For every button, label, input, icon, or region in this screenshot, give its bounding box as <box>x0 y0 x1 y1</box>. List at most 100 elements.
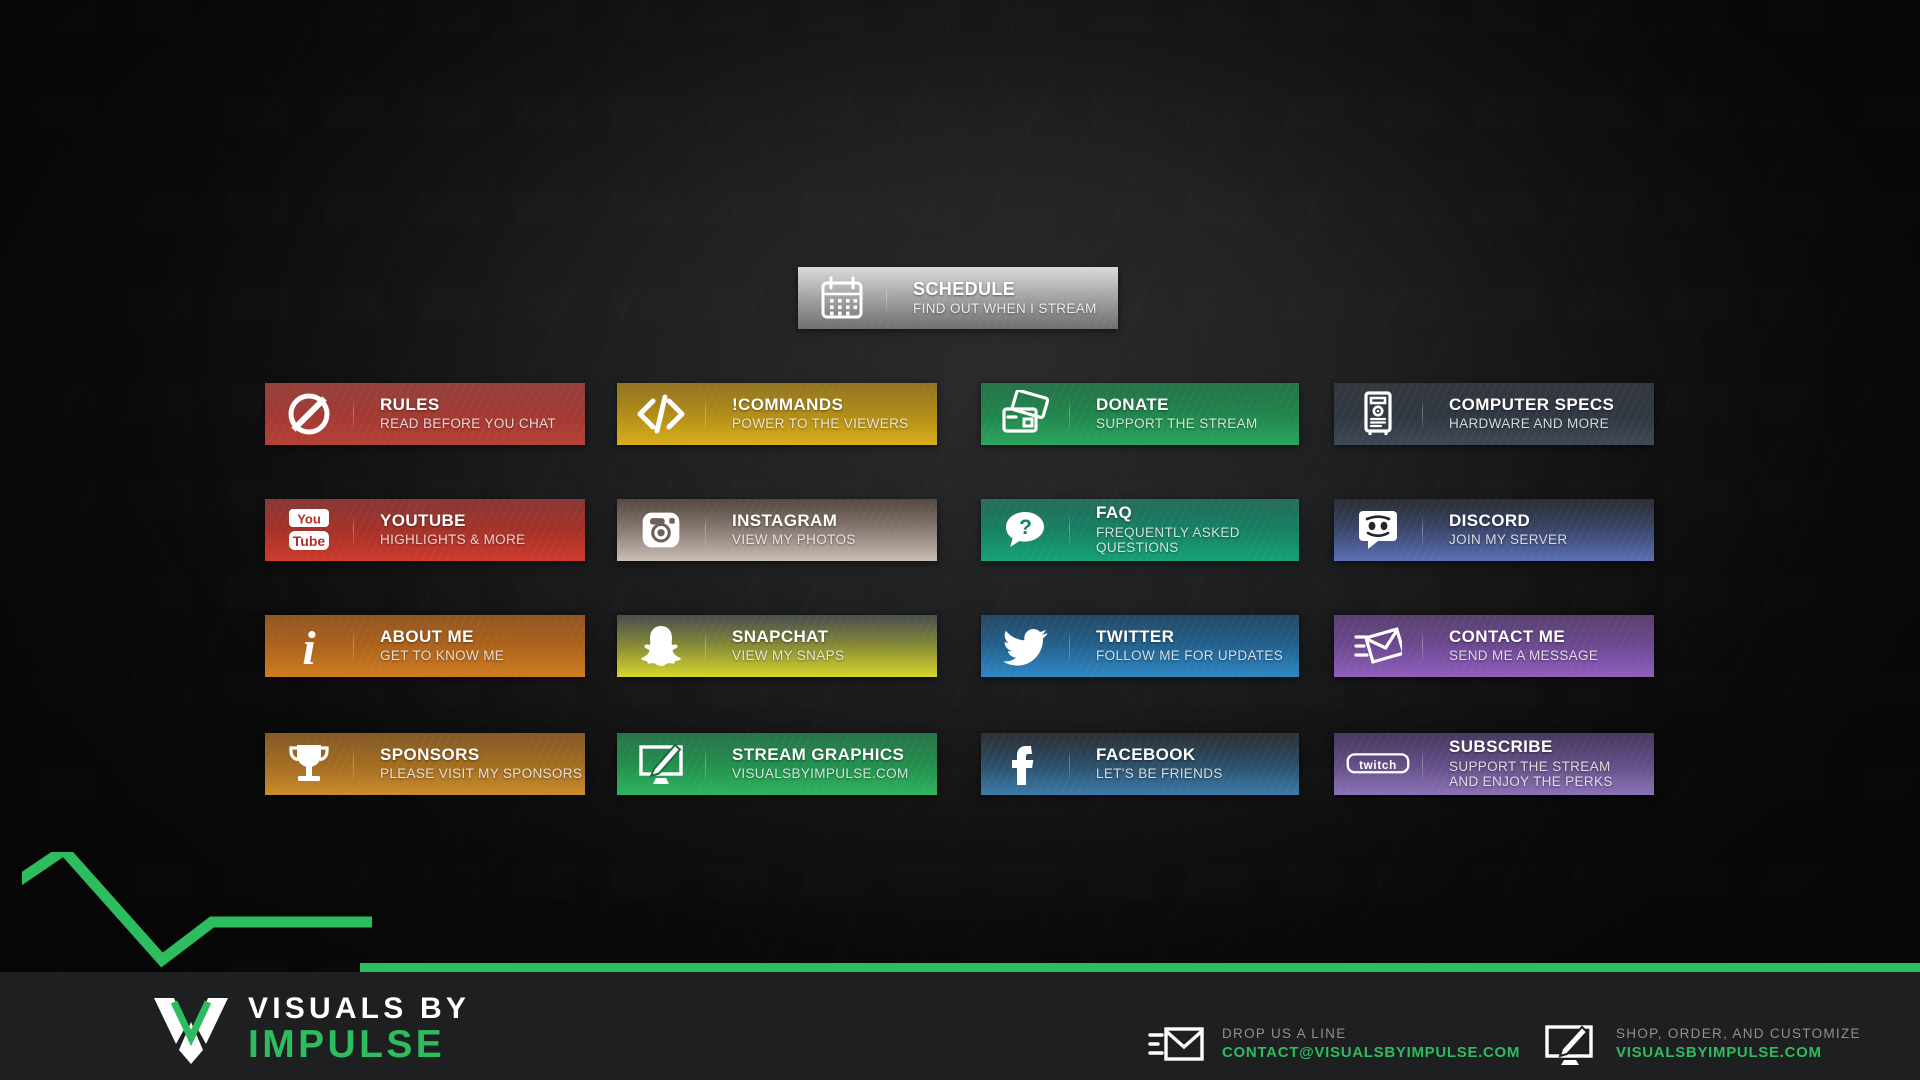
panel-title: INSTAGRAM <box>732 511 838 531</box>
panel-subtitle: VIEW MY PHOTOS <box>732 532 856 548</box>
footer-green-rule <box>360 963 1920 972</box>
footer-chevron-graphic <box>22 852 372 968</box>
panel-computer-specs[interactable]: COMPUTER SPECS HARDWARE AND MORE <box>1334 383 1654 445</box>
panel-title: YOUTUBE <box>380 511 466 531</box>
panel-divider <box>1422 747 1423 781</box>
panel-subtitle: HIGHLIGHTS & MORE <box>380 532 526 548</box>
panel-stream-graphics[interactable]: STREAM GRAPHICS VISUALSBYIMPULSE.COM <box>617 733 937 795</box>
monitor-brush-icon <box>1545 1025 1593 1065</box>
panel-title: SUBSCRIBE <box>1449 737 1553 757</box>
panel-title: RULES <box>380 395 440 415</box>
panel-divider <box>353 513 354 547</box>
snapchat-ghost-icon <box>617 615 705 677</box>
panel-subscribe[interactable]: twitch SUBSCRIBE SUPPORT THE STREAM AND EN… <box>1334 733 1654 795</box>
panel-facebook[interactable]: FACEBOOK LET'S BE FRIENDS <box>981 733 1299 795</box>
panel-text: SCHEDULE FIND OUT WHEN I STREAM <box>913 278 1097 317</box>
panel-title: STREAM GRAPHICS <box>732 745 905 765</box>
calendar-icon <box>798 267 886 329</box>
footer-contact-label: DROP US A LINE <box>1222 1026 1347 1042</box>
panel-title: FACEBOOK <box>1096 745 1196 765</box>
panel-subtitle: POWER TO THE VIEWERS <box>732 416 909 432</box>
panel-rules[interactable]: RULES READ BEFORE YOU CHAT <box>265 383 585 445</box>
panel-divider <box>705 629 706 663</box>
panel-instagram[interactable]: INSTAGRAM VIEW MY PHOTOS <box>617 499 937 561</box>
panel-title: TWITTER <box>1096 627 1175 647</box>
desktop-tower-icon <box>1334 383 1422 445</box>
panel-twitter[interactable]: TWITTER FOLLOW ME FOR UPDATES <box>981 615 1299 677</box>
panel-subtitle: HARDWARE AND MORE <box>1449 416 1609 432</box>
panel-about-me[interactable]: i ABOUT ME GET TO KNOW ME <box>265 615 585 677</box>
panel-title: SNAPCHAT <box>732 627 829 647</box>
info-italic-icon: i <box>265 615 353 677</box>
panel-text: CONTACT ME SEND ME A MESSAGE <box>1449 627 1599 664</box>
twitter-bird-icon <box>981 615 1069 677</box>
panel-subtitle: VIEW MY SNAPS <box>732 648 845 664</box>
panel-subtitle: LET'S BE FRIENDS <box>1096 766 1223 782</box>
panel-title: !COMMANDS <box>732 395 844 415</box>
panel-text: COMPUTER SPECS HARDWARE AND MORE <box>1449 395 1615 432</box>
panel-title: SCHEDULE <box>913 278 1016 299</box>
panel-youtube[interactable]: You Tube YOUTUBE HIGHLIGHTS & MORE <box>265 499 585 561</box>
panel-sponsors[interactable]: SPONSORS PLEASE VISIT MY SPONSORS <box>265 733 585 795</box>
panel-text: DISCORD JOIN MY SERVER <box>1449 511 1568 548</box>
panel-subtitle: FOLLOW ME FOR UPDATES <box>1096 648 1284 664</box>
trophy-icon <box>265 733 353 795</box>
panel-commands[interactable]: !COMMANDS POWER TO THE VIEWERS <box>617 383 937 445</box>
svg-text:?: ? <box>1019 516 1032 539</box>
panel-text: YOUTUBE HIGHLIGHTS & MORE <box>380 511 526 548</box>
panel-title: SPONSORS <box>380 745 480 765</box>
panel-divider <box>1069 513 1070 547</box>
brand-line-1: VISUALS BY <box>248 992 471 1026</box>
twitch-icon: twitch <box>1334 733 1422 795</box>
brand-wordmark: VISUALS BY IMPULSE <box>248 994 470 1064</box>
footer-bar: VISUALS BY IMPULSE DROP US A LINE CONTAC… <box>0 972 1920 1080</box>
panel-contact-me[interactable]: CONTACT ME SEND ME A MESSAGE <box>1334 615 1654 677</box>
footer-shop-label: SHOP, ORDER, AND CUSTOMIZE <box>1616 1026 1861 1042</box>
panel-divider <box>1422 513 1423 547</box>
panel-divider <box>353 629 354 663</box>
brand-logo[interactable]: VISUALS BY IMPULSE <box>152 992 470 1066</box>
panel-faq[interactable]: ? FAQ FREQUENTLY ASKED QUESTIONS <box>981 499 1299 561</box>
svg-text:i: i <box>302 622 316 670</box>
panel-text: STREAM GRAPHICS VISUALSBYIMPULSE.COM <box>732 745 909 782</box>
panel-divider <box>705 397 706 431</box>
panel-title: FAQ <box>1096 503 1133 523</box>
vbi-chevron-mark-icon <box>154 998 228 1064</box>
panel-divider <box>1069 747 1070 781</box>
brand-line-2: IMPULSE <box>248 1022 446 1066</box>
panel-title: DISCORD <box>1449 511 1531 531</box>
panel-text: SNAPCHAT VIEW MY SNAPS <box>732 627 845 664</box>
panel-divider <box>1069 397 1070 431</box>
footer-contact-block[interactable]: DROP US A LINE CONTACT@VISUALSBYIMPULSE.… <box>1148 1022 1520 1066</box>
footer-shop-block[interactable]: SHOP, ORDER, AND CUSTOMIZE VISUALSBYIMPU… <box>1542 1022 1861 1066</box>
discord-icon <box>1334 499 1422 561</box>
panel-subtitle: SUPPORT THE STREAM AND ENJOY THE PERKS <box>1449 758 1613 790</box>
svg-text:Tube: Tube <box>293 533 326 549</box>
panel-discord[interactable]: DISCORD JOIN MY SERVER <box>1334 499 1654 561</box>
panel-text: SUBSCRIBE SUPPORT THE STREAM AND ENJOY TH… <box>1449 737 1613 790</box>
panel-text: INSTAGRAM VIEW MY PHOTOS <box>732 511 856 548</box>
youtube-icon: You Tube <box>265 499 353 561</box>
code-brackets-icon <box>617 383 705 445</box>
panel-snapchat[interactable]: SNAPCHAT VIEW MY SNAPS <box>617 615 937 677</box>
no-entry-icon <box>265 383 353 445</box>
panel-schedule[interactable]: SCHEDULE FIND OUT WHEN I STREAM <box>798 267 1118 329</box>
panel-divider <box>353 747 354 781</box>
envelope-send-icon <box>1148 1027 1204 1061</box>
panel-title: DONATE <box>1096 395 1169 415</box>
panel-divider <box>705 513 706 547</box>
panel-text: !COMMANDS POWER TO THE VIEWERS <box>732 395 909 432</box>
svg-text:twitch: twitch <box>1359 759 1397 772</box>
panel-donate[interactable]: DONATE SUPPORT THE STREAM <box>981 383 1299 445</box>
panel-divider <box>705 747 706 781</box>
panel-subtitle: VISUALSBYIMPULSE.COM <box>732 766 909 782</box>
monitor-brush-icon <box>617 733 705 795</box>
panel-text: FACEBOOK LET'S BE FRIENDS <box>1096 745 1223 782</box>
footer-shop-value[interactable]: VISUALSBYIMPULSE.COM <box>1616 1043 1861 1063</box>
panel-title: COMPUTER SPECS <box>1449 395 1615 415</box>
footer-contact-value[interactable]: CONTACT@VISUALSBYIMPULSE.COM <box>1222 1043 1520 1063</box>
panel-subtitle: SEND ME A MESSAGE <box>1449 648 1599 664</box>
panel-divider <box>353 397 354 431</box>
panel-text: SPONSORS PLEASE VISIT MY SPONSORS <box>380 745 582 782</box>
panel-subtitle: JOIN MY SERVER <box>1449 532 1568 548</box>
